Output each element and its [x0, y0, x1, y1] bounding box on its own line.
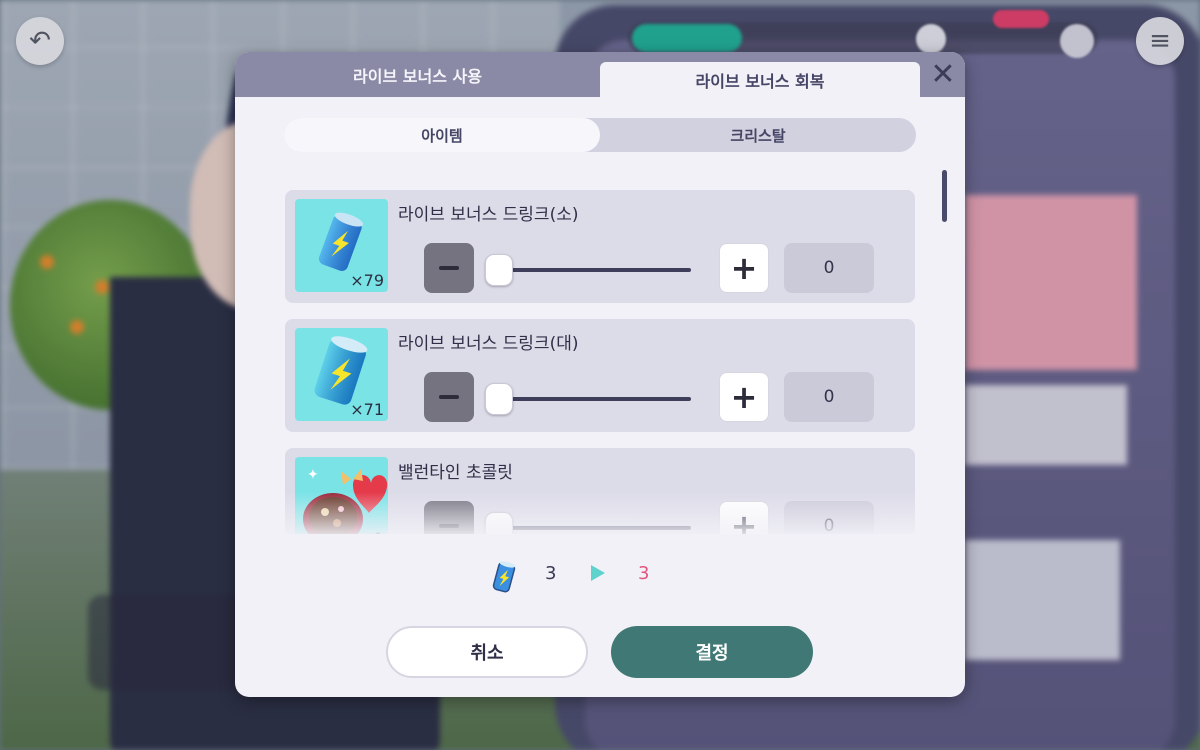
- owned-quantity: ×79: [350, 271, 384, 290]
- list-fade: [285, 492, 915, 537]
- drink-large-icon: ×71: [295, 328, 388, 421]
- increase-button[interactable]: +: [719, 243, 769, 293]
- item-list: ×79 라이브 보너스 드링크(소) + 0 ×71 라이브 보너스 드링크(대…: [285, 188, 915, 534]
- live-bonus-icon: [490, 560, 518, 598]
- item-name: 라이브 보너스 드링크(대): [398, 334, 579, 354]
- plus-icon: +: [730, 378, 758, 416]
- selected-count: 0: [784, 372, 874, 422]
- subtab-crystal[interactable]: 크리스탈: [600, 118, 916, 152]
- minus-icon: [439, 266, 459, 270]
- svg-text:✦: ✦: [307, 467, 319, 483]
- tab-live-bonus-use[interactable]: 라이브 보너스 사용: [235, 52, 600, 97]
- cancel-button[interactable]: 취소: [386, 626, 588, 678]
- resulting-live-bonus: 3: [638, 563, 650, 584]
- drink-small-icon: ×79: [295, 199, 388, 292]
- current-live-bonus: 3: [545, 563, 557, 584]
- subtab-item[interactable]: 아이템: [284, 118, 600, 152]
- list-item: ×71 라이브 보너스 드링크(대) + 0: [285, 319, 915, 432]
- list-scrollbar[interactable]: [942, 170, 947, 222]
- minus-icon: [439, 395, 459, 399]
- quantity-slider-handle[interactable]: [485, 383, 513, 415]
- subtab-bar: 아이템 크리스탈: [284, 118, 916, 152]
- quantity-slider-track[interactable]: [499, 268, 691, 272]
- decrease-button[interactable]: [424, 243, 474, 293]
- confirm-button[interactable]: 결정: [611, 626, 813, 678]
- selected-count: 0: [784, 243, 874, 293]
- decrease-button[interactable]: [424, 372, 474, 422]
- list-item: ×79 라이브 보너스 드링크(소) + 0: [285, 190, 915, 303]
- tab-bar: 라이브 보너스 사용 라이브 보너스 회복 ✕: [235, 52, 965, 97]
- item-name: 라이브 보너스 드링크(소): [398, 205, 579, 225]
- item-name: 밸런타인 초콜릿: [398, 463, 513, 483]
- quantity-slider-track[interactable]: [499, 397, 691, 401]
- plus-icon: +: [730, 249, 758, 287]
- quantity-slider-handle[interactable]: [485, 254, 513, 286]
- close-button[interactable]: ✕: [921, 52, 965, 97]
- live-bonus-dialog: 라이브 보너스 사용 라이브 보너스 회복 ✕ 아이템 크리스탈 ×79 라이브…: [235, 52, 965, 697]
- close-icon: ✕: [930, 57, 956, 92]
- arrow-right-icon: [591, 565, 605, 581]
- owned-quantity: ×71: [350, 400, 384, 419]
- tab-live-bonus-recover[interactable]: 라이브 보너스 회복: [600, 62, 920, 97]
- increase-button[interactable]: +: [719, 372, 769, 422]
